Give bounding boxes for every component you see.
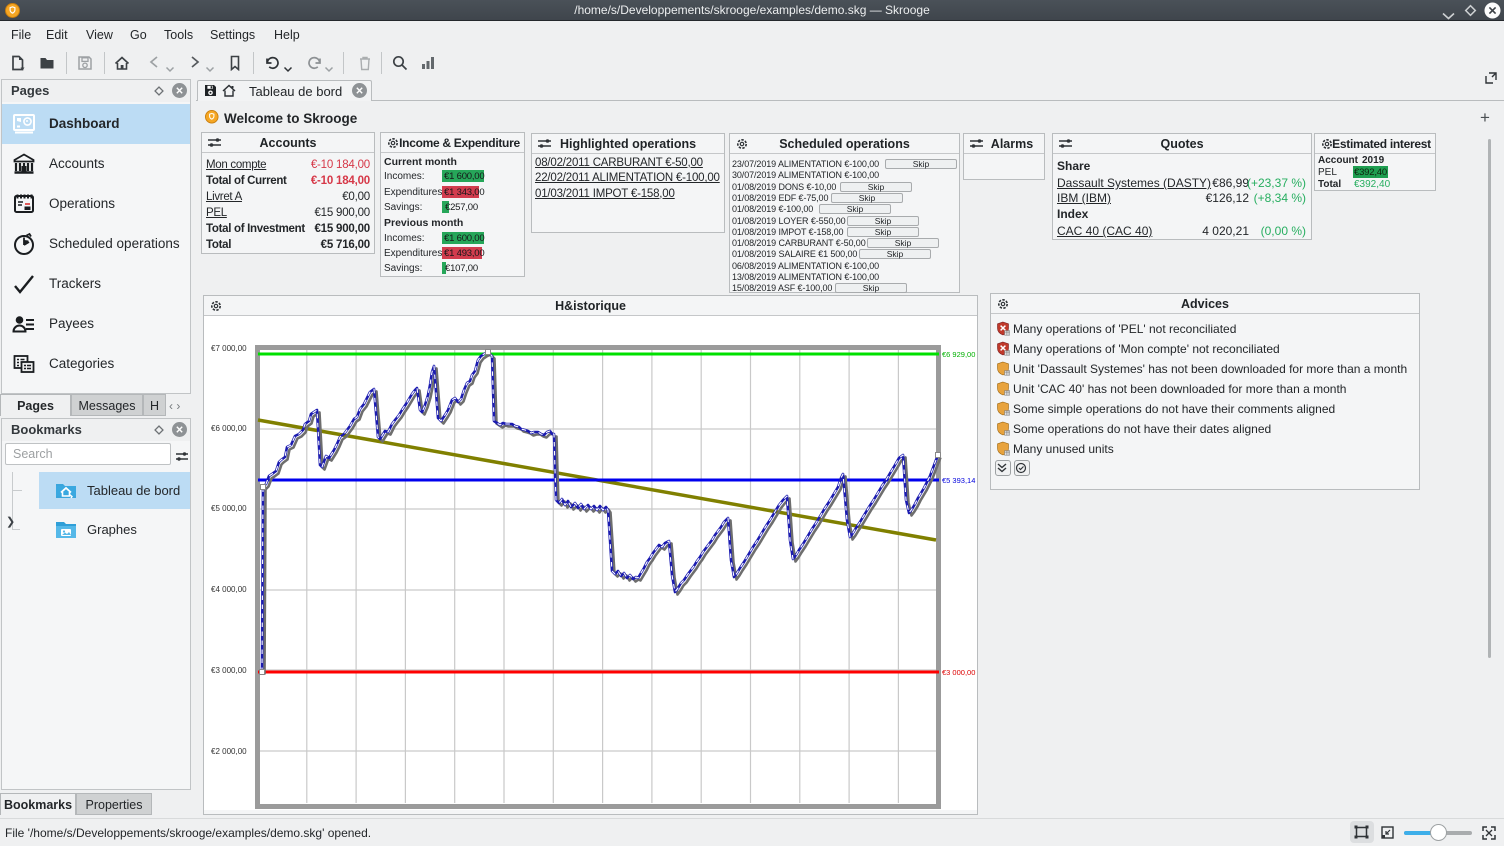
- svg-text:€4 000,00: €4 000,00: [211, 585, 247, 594]
- svg-text:€6 000,00: €6 000,00: [211, 424, 247, 433]
- svg-text:€7 000,00: €7 000,00: [211, 344, 247, 353]
- svg-text:€5 000,00: €5 000,00: [211, 504, 247, 513]
- svg-text:€3 000,00: €3 000,00: [942, 668, 975, 677]
- svg-text:€5 393,14: €5 393,14: [942, 476, 975, 485]
- svg-text:€2 000,00: €2 000,00: [211, 747, 247, 756]
- svg-text:€3 000,00: €3 000,00: [211, 666, 247, 675]
- svg-text:€6 929,00: €6 929,00: [942, 350, 975, 359]
